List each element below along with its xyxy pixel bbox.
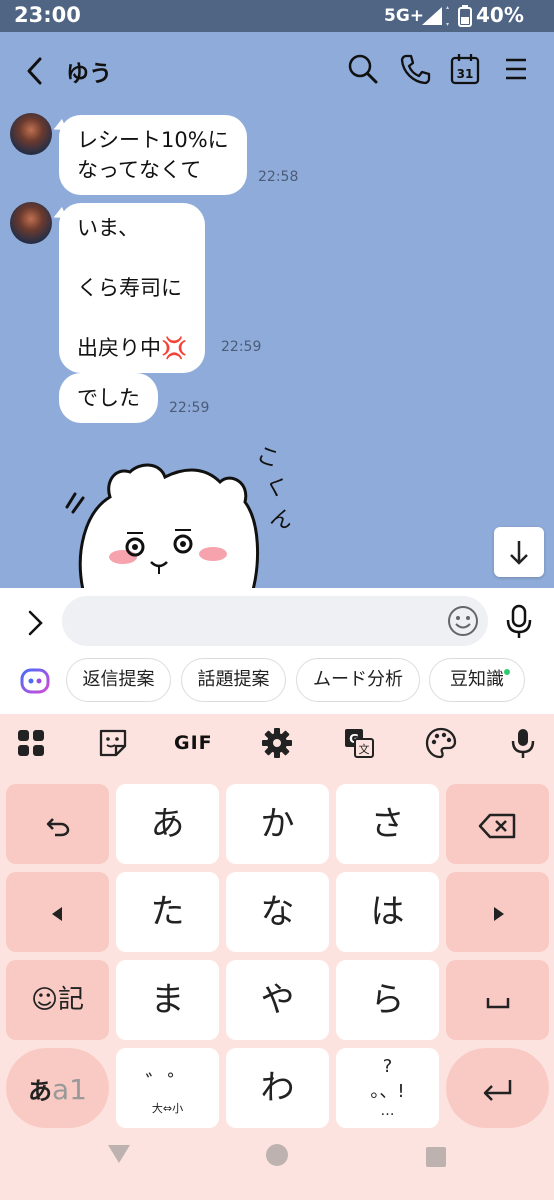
battery-percent: 40%: [476, 3, 524, 27]
undo-icon: [46, 817, 69, 836]
emoji-icon[interactable]: [446, 604, 480, 638]
network-type: 5G+: [384, 6, 425, 26]
emoji-symbol-key[interactable]: ☺記: [6, 960, 109, 1040]
calendar-icon[interactable]: 31: [448, 52, 482, 86]
key-sa[interactable]: さ: [336, 784, 439, 864]
mode-kana-label: あ: [28, 1077, 52, 1105]
nav-home-icon[interactable]: [265, 1143, 289, 1171]
message-input-bar: 返信提案 話題提案 ムード分析 豆知識: [0, 588, 554, 714]
dakuten-key[interactable]: ゛゜ 大⇔小: [116, 1048, 219, 1128]
menu-icon[interactable]: [500, 52, 534, 86]
ai-assistant-icon[interactable]: [20, 666, 50, 696]
phone-icon[interactable]: [398, 52, 432, 86]
apps-grid-icon[interactable]: [14, 726, 48, 760]
voice-mic-icon[interactable]: [504, 604, 534, 640]
settings-gear-icon[interactable]: [260, 726, 294, 760]
keyboard: GIF G文 あ か さ た な は ☺記 ま や ら あa1 ゛゜ 大⇔小 わ: [0, 714, 554, 1200]
message-bubble[interactable]: いま、 くら寿司に 出戻り中💢: [59, 203, 206, 373]
suggestion-chip[interactable]: 豆知識: [429, 658, 525, 702]
avatar[interactable]: [10, 113, 52, 155]
svg-text:文: 文: [359, 742, 370, 756]
svg-text:ん: ん: [267, 504, 295, 535]
nav-recents-icon[interactable]: [425, 1146, 447, 1172]
voice-input-mic-icon[interactable]: [506, 726, 540, 760]
backspace-icon: [478, 813, 515, 838]
dakuten-sub-label: 大⇔小: [151, 1102, 184, 1115]
nav-back-icon[interactable]: [106, 1143, 132, 1169]
avatar[interactable]: [10, 202, 52, 244]
status-time: 23:00: [14, 3, 81, 27]
input-mode-key[interactable]: あa1: [6, 1048, 109, 1128]
enter-icon: [483, 1079, 511, 1101]
key-ha[interactable]: は: [336, 872, 439, 952]
svg-text:く: く: [261, 472, 290, 503]
punct-top-label: ?: [382, 1056, 393, 1077]
svg-text:31: 31: [457, 67, 474, 81]
battery-icon: [458, 5, 472, 31]
cursor-left-key[interactable]: [6, 872, 109, 952]
key-ra[interactable]: ら: [336, 960, 439, 1040]
sticker-icon[interactable]: [96, 726, 130, 760]
search-icon[interactable]: [346, 52, 380, 86]
right-triangle-icon: [493, 906, 504, 921]
space-key[interactable]: [446, 960, 549, 1040]
signal-icon: [420, 5, 454, 31]
undo-key[interactable]: [6, 784, 109, 864]
message-time: 22:59: [221, 339, 262, 355]
punct-bottom-label: …: [380, 1103, 395, 1119]
message-bubble[interactable]: レシート10%に なってなくて: [59, 115, 247, 195]
status-bar: 23:00 5G+ 40%: [0, 0, 554, 32]
cursor-right-key[interactable]: [446, 872, 549, 952]
new-indicator-dot: [504, 669, 510, 675]
key-ta[interactable]: た: [116, 872, 219, 952]
message-time: 22:59: [169, 400, 210, 416]
dakuten-label: ゛゜: [145, 1072, 190, 1097]
message-time: 22:58: [258, 169, 299, 185]
key-na[interactable]: な: [226, 872, 329, 952]
punctuation-key[interactable]: ? 。、! …: [336, 1048, 439, 1128]
key-ya[interactable]: や: [226, 960, 329, 1040]
svg-text:こ: こ: [253, 442, 282, 473]
translate-icon[interactable]: G文: [342, 726, 376, 760]
message-input[interactable]: [62, 596, 488, 646]
left-triangle-icon: [51, 906, 62, 921]
key-wa[interactable]: わ: [226, 1048, 329, 1128]
key-ma[interactable]: ま: [116, 960, 219, 1040]
scroll-down-button[interactable]: [494, 527, 544, 577]
backspace-key[interactable]: [446, 784, 549, 864]
gif-button[interactable]: GIF: [174, 726, 214, 760]
message-bubble[interactable]: でした: [59, 373, 158, 423]
punct-mid-label: 。、!: [370, 1081, 405, 1102]
chat-title: ゆう: [66, 61, 112, 87]
enter-key[interactable]: [446, 1048, 549, 1128]
back-icon[interactable]: [22, 54, 50, 88]
space-icon: [486, 997, 509, 1008]
key-a[interactable]: あ: [116, 784, 219, 864]
sticker-image[interactable]: こ く ん: [55, 442, 296, 588]
suggestion-chip[interactable]: 話題提案: [181, 658, 286, 702]
suggestion-chip[interactable]: ムード分析: [296, 658, 420, 702]
theme-palette-icon[interactable]: [424, 726, 458, 760]
mode-alnum-label: a1: [52, 1073, 87, 1106]
chat-area[interactable]: ゆう 31 レシート10%に なってなくて 22:58 いま、 くら寿司に 出戻…: [0, 32, 554, 588]
suggestion-chip[interactable]: 返信提案: [66, 658, 171, 702]
expand-chevron-icon[interactable]: [20, 608, 50, 638]
key-ka[interactable]: か: [226, 784, 329, 864]
